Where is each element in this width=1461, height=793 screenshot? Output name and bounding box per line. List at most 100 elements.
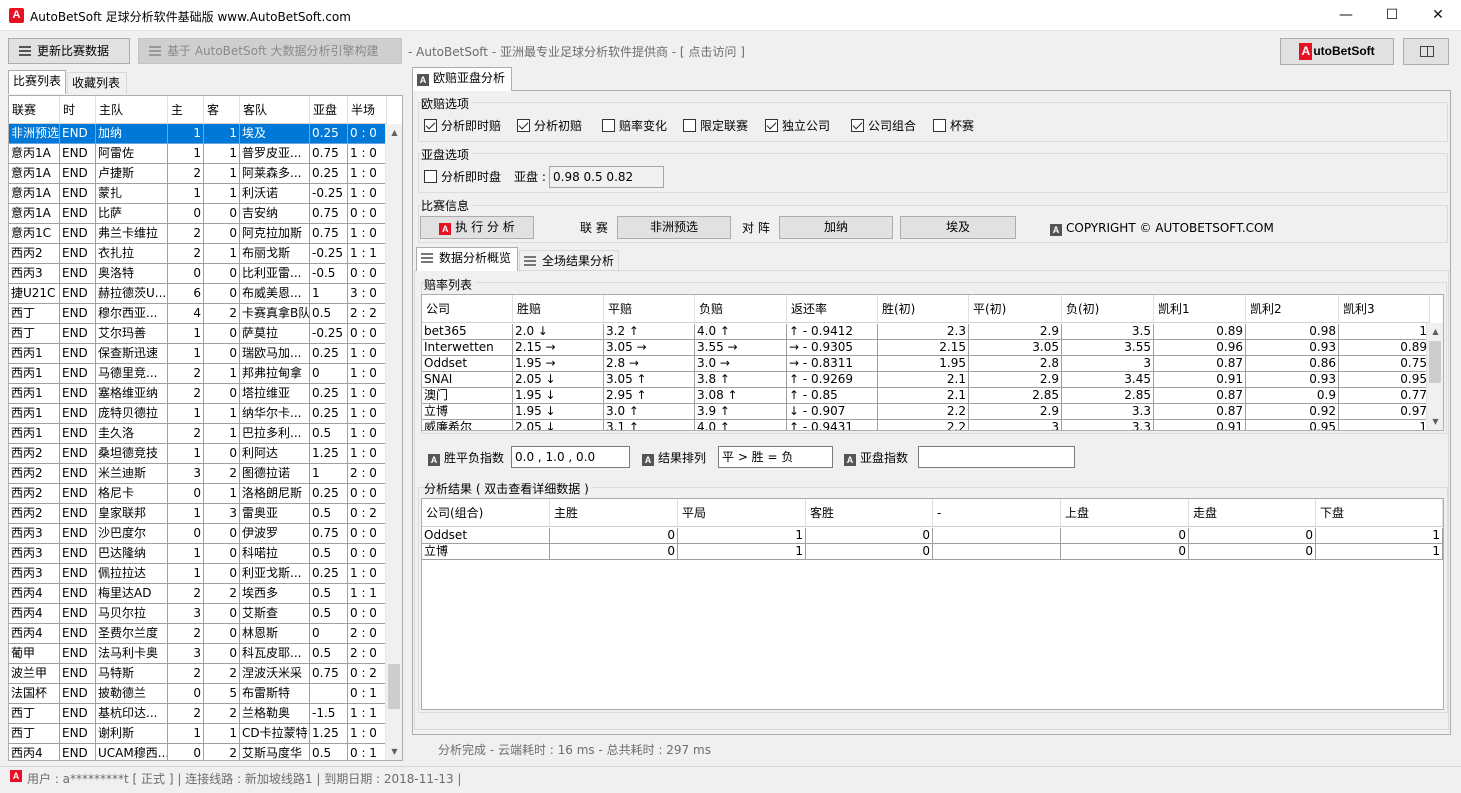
column-header[interactable]: 平赔 [604, 295, 695, 323]
table-row[interactable]: 西丁 END 谢利斯 1 1 CD卡拉蒙特 1.25 1 : 0 [9, 724, 387, 744]
table-row[interactable]: 立博 1.95 ↓ 3.0 ↑ 3.9 ↑ ↓ - 0.907 2.2 2.9 3.3 0.87… [422, 404, 1430, 420]
table-row[interactable]: 法国杯 END 披勒德兰 0 5 布雷斯特 0 : 1 [9, 684, 387, 704]
table-row[interactable]: 意丙1A END 卢捷斯 2 1 阿莱森多... 0.25 1 : 0 [9, 164, 387, 184]
odds-scrollbar[interactable]: ▲ ▼ [1426, 323, 1443, 430]
column-header[interactable]: 主胜 [550, 499, 678, 527]
home-team-value[interactable]: 加纳 [779, 216, 893, 239]
engine-button[interactable]: 基于 AutoBetSoft 大数据分析引擎构建 [138, 38, 402, 64]
results-grid[interactable]: 公司(组合) 主胜 平局 客胜 - 上盘 走盘 下盘 Oddset 0 1 0 0 0 1 立博 0 1 0 0 0 1 [421, 498, 1444, 710]
column-header[interactable]: 客队 [240, 96, 310, 124]
column-header[interactable]: 客 [204, 96, 240, 124]
table-row[interactable]: 西丙1 END 保查斯迅速 1 0 瑞欧马加... 0.25 1 : 0 [9, 344, 387, 364]
table-row[interactable]: bet365 2.0 ↓ 3.2 ↑ 4.0 ↑ ↑ - 0.9412 2.3 2.9 3.5… [422, 324, 1430, 340]
column-header[interactable]: 负赔 [695, 295, 787, 323]
table-row[interactable]: 澳门 1.95 ↓ 2.95 ↑ 3.08 ↑ ↑ - 0.85 2.1 2.85 2.85 0… [422, 388, 1430, 404]
scroll-down-icon[interactable]: ▼ [386, 743, 402, 760]
checkbox-box[interactable] [851, 119, 864, 132]
column-header[interactable]: 胜赔 [513, 295, 604, 323]
table-row[interactable]: 西丙4 END 圣费尔兰度 2 0 林恩斯 0 2 : 0 [9, 624, 387, 644]
checkbox-box[interactable] [765, 119, 778, 132]
table-row[interactable]: 西丙2 END 皇家联邦 1 3 雷奥亚 0.5 0 : 2 [9, 504, 387, 524]
manual-button[interactable] [1403, 38, 1449, 65]
table-row[interactable]: 西丙1 END 塞格维亚纳 2 0 塔拉维亚 0.25 1 : 0 [9, 384, 387, 404]
scroll-down-icon[interactable]: ▼ [1427, 413, 1443, 430]
league-value[interactable]: 非洲预选 [617, 216, 731, 239]
maximize-button[interactable]: ☐ [1369, 0, 1415, 30]
tab-data-overview[interactable]: 数据分析概览 [416, 247, 518, 271]
column-header[interactable]: 凯利1 [1154, 295, 1246, 323]
tab-full-result[interactable]: 全场结果分析 [519, 250, 619, 272]
column-header[interactable]: 亚盘 [310, 96, 348, 124]
run-analysis-button[interactable]: A执 行 分 析 [420, 216, 534, 239]
column-header[interactable]: 客胜 [806, 499, 933, 527]
column-header[interactable]: - [933, 499, 1061, 527]
column-header[interactable]: 胜(初) [878, 295, 969, 323]
column-header[interactable]: 公司(组合) [422, 499, 550, 527]
match-list-scrollbar[interactable]: ▲ ▼ [385, 124, 402, 760]
table-row[interactable]: Interwetten 2.15 → 3.05 → 3.55 → → - 0.9305 2… [422, 340, 1430, 356]
scroll-thumb[interactable] [1429, 341, 1441, 383]
table-row[interactable]: 波兰甲 END 马特斯 2 2 涅波沃米采 0.75 0 : 2 [9, 664, 387, 684]
handicap-value-field[interactable]: 0.98 0.5 0.82 [549, 166, 664, 188]
checkbox-box[interactable] [933, 119, 946, 132]
table-row[interactable]: 西丙2 END 衣扎拉 2 1 布丽戈斯 -0.25 1 : 1 [9, 244, 387, 264]
tab-match-list[interactable]: 比赛列表 [8, 70, 66, 94]
checkbox-box[interactable] [517, 119, 530, 132]
checkbox-option[interactable]: 独立公司 [765, 118, 830, 134]
table-row[interactable]: Oddset 0 1 0 0 0 1 [422, 528, 1443, 544]
wdl-index-field[interactable]: 0.0 , 1.0 , 0.0 [511, 446, 630, 468]
table-row[interactable]: 西丙4 END 梅里达AD 2 2 埃西多 0.5 1 : 1 [9, 584, 387, 604]
checkbox-option[interactable]: 公司组合 [851, 118, 916, 134]
column-header[interactable]: 负(初) [1062, 295, 1154, 323]
checkbox-option[interactable]: 限定联赛 [683, 118, 748, 134]
table-row[interactable]: Oddset 1.95 → 2.8 → 3.0 → → - 0.8311 1.95 2.8 3… [422, 356, 1430, 372]
table-row[interactable]: 西丁 END 基杭印达... 2 2 兰格勒奥 -1.5 1 : 1 [9, 704, 387, 724]
checkbox-box[interactable] [424, 119, 437, 132]
table-row[interactable]: 西丁 END 穆尔西亚... 4 2 卡赛真拿B队 0.5 2 : 2 [9, 304, 387, 324]
table-row[interactable]: 葡甲 END 法马利卡奥 3 0 科瓦皮耶... 0.5 2 : 0 [9, 644, 387, 664]
table-row[interactable]: 威廉希尔 2.05 ↓ 3.1 ↑ 4.0 ↑ ↑ - 0.9431 2.2 3 3.3 0.9… [422, 420, 1430, 430]
tab-odds-analysis[interactable]: A 欧赔亚盘分析 [412, 67, 512, 91]
column-header[interactable]: 走盘 [1189, 499, 1316, 527]
column-header[interactable]: 公司 [422, 295, 513, 323]
column-header[interactable]: 凯利2 [1246, 295, 1339, 323]
close-button[interactable]: ✕ [1415, 0, 1461, 30]
column-header[interactable]: 主队 [96, 96, 168, 124]
column-header[interactable]: 主 [168, 96, 204, 124]
checkbox-instant-handicap[interactable]: 分析即时盘 [424, 169, 501, 185]
column-header[interactable]: 平局 [678, 499, 806, 527]
brand-button[interactable]: AutoBetSoft [1280, 38, 1394, 65]
checkbox-box[interactable] [424, 170, 437, 183]
table-row[interactable]: 意丙1C END 弗兰卡维拉 2 0 阿克拉加斯 0.75 1 : 0 [9, 224, 387, 244]
table-row[interactable]: 西丙4 END UCAM穆西... 0 2 艾斯马度华 0.5 0 : 1 [9, 744, 387, 760]
checkbox-box[interactable] [602, 119, 615, 132]
checkbox-option[interactable]: 分析初赔 [517, 118, 582, 134]
column-header[interactable]: 凯利3 [1339, 295, 1430, 323]
table-row[interactable]: 捷U21C END 赫拉德茨U... 6 0 布威美恩... 1 3 : 0 [9, 284, 387, 304]
column-header[interactable]: 返还率 [787, 295, 878, 323]
checkbox-option[interactable]: 分析即时赔 [424, 118, 501, 134]
checkbox-option[interactable]: 杯赛 [933, 118, 974, 134]
column-header[interactable]: 联赛 [9, 96, 60, 124]
away-team-value[interactable]: 埃及 [900, 216, 1016, 239]
scroll-thumb[interactable] [388, 664, 400, 709]
table-row[interactable]: 西丙2 END 格尼卡 0 1 洛格朗尼斯 0.25 0 : 0 [9, 484, 387, 504]
slogan-link[interactable]: - AutoBetSoft - 亚洲最专业足球分析软件提供商 - [ 点击访问 … [408, 43, 745, 60]
table-row[interactable]: SNAI 2.05 ↓ 3.05 ↑ 3.8 ↑ ↑ - 0.9269 2.1 2.9 3.4… [422, 372, 1430, 388]
table-row[interactable]: 西丙3 END 佩拉拉达 1 0 利亚戈斯... 0.25 1 : 0 [9, 564, 387, 584]
table-row[interactable]: 西丙2 END 米兰迪斯 3 2 图德拉诺 1 2 : 0 [9, 464, 387, 484]
table-row[interactable]: 非洲预选 END 加纳 1 1 埃及 0.25 0 : 0 [9, 124, 387, 144]
match-list-grid[interactable]: 联赛时主队主客客队 亚盘 半场 非洲预选 END 加纳 1 1 埃及 0.25 0 : 0 意丙1A… [8, 95, 403, 761]
table-row[interactable]: 西丙1 END 庞特贝德拉 1 1 纳华尔卡... 0.25 1 : 0 [9, 404, 387, 424]
checkbox-option[interactable]: 赔率变化 [602, 118, 667, 134]
column-header[interactable]: 上盘 [1061, 499, 1189, 527]
table-row[interactable]: 西丙3 END 沙巴度尔 0 0 伊波罗 0.75 0 : 0 [9, 524, 387, 544]
table-row[interactable]: 西丙1 END 马德里竞... 2 1 邦弗拉甸拿 0 1 : 0 [9, 364, 387, 384]
odds-grid[interactable]: 公司 胜赔 平赔 负赔 返还率 胜(初) 平(初) 负(初) 凯利1 凯利2 凯利3 bet365 2… [421, 294, 1444, 431]
tab-favorites[interactable]: 收藏列表 [67, 72, 127, 94]
update-data-button[interactable]: 更新比赛数据 [8, 38, 130, 64]
column-header[interactable]: 时 [60, 96, 96, 124]
table-row[interactable]: 意丙1A END 阿雷佐 1 1 普罗皮亚... 0.75 1 : 0 [9, 144, 387, 164]
scroll-up-icon[interactable]: ▲ [1427, 323, 1443, 340]
scroll-up-icon[interactable]: ▲ [386, 124, 402, 141]
